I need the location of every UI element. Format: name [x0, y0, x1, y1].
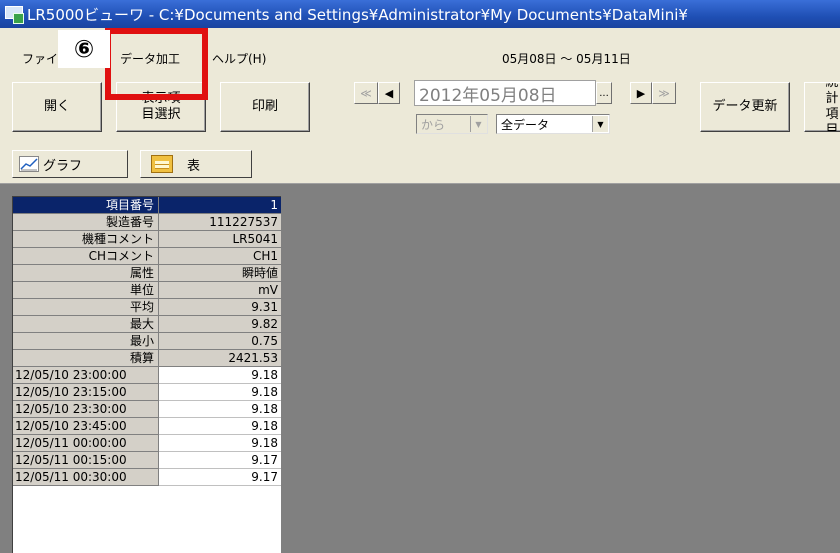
row-header: 製造番号: [13, 214, 159, 231]
timestamp-cell: 12/05/10 23:15:00: [13, 384, 159, 401]
date-range-label: 05月08日 ～ 05月11日: [502, 52, 631, 66]
menu-help[interactable]: ヘルプ(H): [212, 50, 266, 67]
table-row[interactable]: 最大 9.82: [13, 316, 281, 333]
data-filter-select[interactable]: 全データ ▼: [496, 114, 610, 134]
table-row[interactable]: 12/05/10 23:15:00 9.18: [13, 384, 281, 401]
tab-graph[interactable]: グラフ: [12, 150, 128, 178]
table-row[interactable]: 平均 9.31: [13, 299, 281, 316]
cell-value[interactable]: 瞬時値: [159, 265, 281, 282]
cell-value[interactable]: 9.17: [159, 452, 281, 469]
timestamp-cell: 12/05/11 00:00:00: [13, 435, 159, 452]
table-row[interactable]: 12/05/10 23:30:00 9.18: [13, 401, 281, 418]
cell-value[interactable]: 2421.53: [159, 350, 281, 367]
view-tab-row: グラフ 表: [0, 146, 840, 184]
tab-graph-label: グラフ: [43, 158, 83, 174]
table-row[interactable]: 最小 0.75: [13, 333, 281, 350]
row-header: 最大: [13, 316, 159, 333]
table-row[interactable]: 項目番号 1: [13, 197, 281, 214]
table-row[interactable]: 12/05/10 23:00:00 9.18: [13, 367, 281, 384]
tab-table[interactable]: 表: [140, 150, 252, 178]
app-icon: [5, 6, 24, 24]
row-header: 単位: [13, 282, 159, 299]
from-select[interactable]: から ▼: [416, 114, 488, 134]
cell-value[interactable]: 9.31: [159, 299, 281, 316]
table-row[interactable]: 機種コメント LR5041: [13, 231, 281, 248]
print-button[interactable]: 印刷: [220, 82, 310, 132]
row-header: 項目番号: [13, 197, 159, 214]
date-input[interactable]: 2012年05月08日: [414, 80, 596, 106]
row-header: CHコメント: [13, 248, 159, 265]
timestamp-cell: 12/05/11 00:15:00: [13, 452, 159, 469]
table-row[interactable]: CHコメント CH1: [13, 248, 281, 265]
table-row[interactable]: 製造番号 111227537: [13, 214, 281, 231]
cell-value[interactable]: 9.18: [159, 401, 281, 418]
stats-items-button[interactable]: 統計項目: [804, 82, 840, 132]
window-title: LR5000ビューワ - C:¥Documents and Settings¥A…: [27, 5, 688, 24]
row-header: 最小: [13, 333, 159, 350]
chevron-down-icon: ▼: [470, 116, 486, 132]
title-bar: LR5000ビューワ - C:¥Documents and Settings¥A…: [0, 0, 840, 28]
table-row[interactable]: 積算 2421.53: [13, 350, 281, 367]
nav-next-button[interactable]: ▶: [630, 82, 652, 104]
data-filter-value: 全データ: [501, 117, 550, 132]
row-header: 積算: [13, 350, 159, 367]
timestamp-cell: 12/05/10 23:45:00: [13, 418, 159, 435]
date-browse-button[interactable]: ...: [596, 82, 612, 104]
cell-value[interactable]: 9.82: [159, 316, 281, 333]
table-row[interactable]: 12/05/11 00:15:00 9.17: [13, 452, 281, 469]
table-row[interactable]: 属性 瞬時値: [13, 265, 281, 282]
row-header: 属性: [13, 265, 159, 282]
cell-value[interactable]: 9.17: [159, 469, 281, 486]
chevron-down-icon: ▼: [592, 116, 608, 132]
update-data-button[interactable]: データ更新: [700, 82, 790, 132]
cell-value[interactable]: 9.18: [159, 435, 281, 452]
table-row[interactable]: 12/05/10 23:45:00 9.18: [13, 418, 281, 435]
nav-prev-button[interactable]: ◀: [378, 82, 400, 104]
cell-value[interactable]: 9.18: [159, 418, 281, 435]
cell-value[interactable]: 111227537: [159, 214, 281, 231]
open-button[interactable]: 開く: [12, 82, 102, 132]
row-header: 平均: [13, 299, 159, 316]
timestamp-cell: 12/05/10 23:00:00: [13, 367, 159, 384]
tab-table-label: 表: [187, 158, 201, 174]
cell-value[interactable]: mV: [159, 282, 281, 299]
nav-last-button[interactable]: ≫: [652, 82, 676, 104]
data-table[interactable]: 項目番号 1 製造番号 111227537 機種コメント LR5041 CHコメント CH1 属…: [12, 196, 281, 553]
cell-value[interactable]: CH1: [159, 248, 281, 265]
nav-first-button[interactable]: ≪: [354, 82, 378, 104]
cell-value[interactable]: LR5041: [159, 231, 281, 248]
cell-value[interactable]: 9.18: [159, 384, 281, 401]
graph-icon: [19, 156, 39, 172]
cell-value[interactable]: 1: [159, 197, 281, 214]
timestamp-cell: 12/05/10 23:30:00: [13, 401, 159, 418]
table-row[interactable]: 12/05/11 00:30:00 9.17: [13, 469, 281, 486]
step-number-badge: ⑥: [58, 30, 110, 68]
row-header: 機種コメント: [13, 231, 159, 248]
from-select-label: から: [421, 117, 446, 132]
cell-value[interactable]: 9.18: [159, 367, 281, 384]
cell-value[interactable]: 0.75: [159, 333, 281, 350]
table-icon: [151, 155, 173, 173]
timestamp-cell: 12/05/11 00:30:00: [13, 469, 159, 486]
table-row[interactable]: 12/05/11 00:00:00 9.18: [13, 435, 281, 452]
table-row[interactable]: 単位 mV: [13, 282, 281, 299]
highlight-box: [105, 28, 208, 100]
